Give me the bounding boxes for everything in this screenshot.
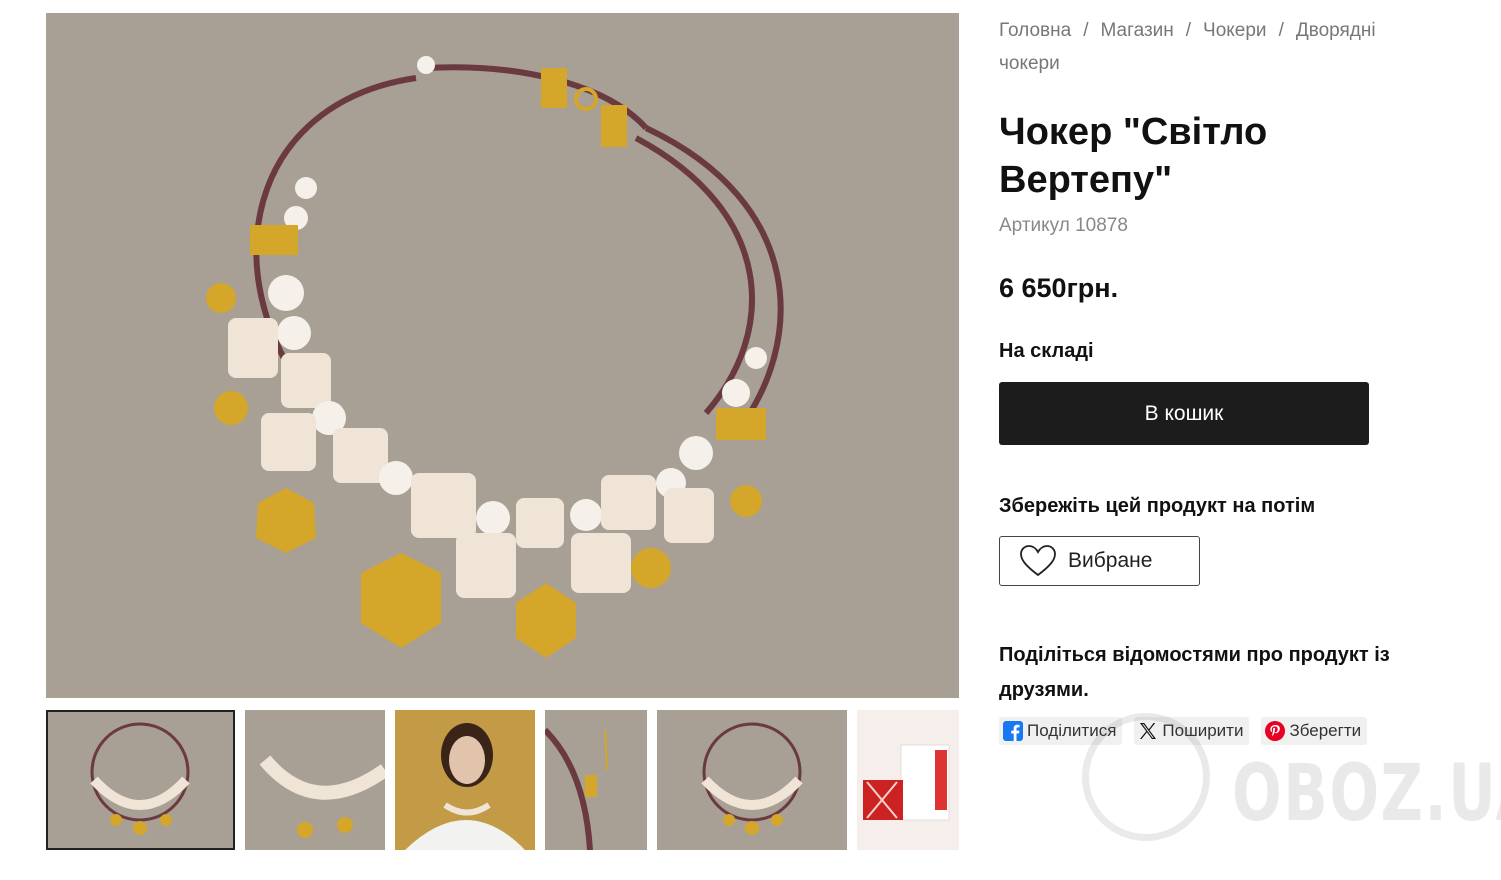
- breadcrumb-separator: /: [1278, 20, 1284, 41]
- facebook-share-button[interactable]: Поділитися: [999, 717, 1123, 745]
- stock-status: На складі: [999, 340, 1094, 362]
- thumbnail-4[interactable]: [545, 710, 647, 850]
- heart-icon: [1020, 545, 1056, 577]
- pinterest-save-label: Зберегти: [1289, 721, 1362, 740]
- add-to-cart-button[interactable]: В кошик: [999, 382, 1369, 445]
- favorite-button[interactable]: Вибране: [999, 536, 1200, 586]
- breadcrumb-separator: /: [1185, 20, 1192, 41]
- necklace-front-image: [657, 710, 847, 850]
- main-product-image[interactable]: [46, 13, 959, 698]
- breadcrumb-separator: /: [1083, 20, 1089, 41]
- pinterest-icon: [1265, 721, 1286, 741]
- model-wearing-image: [395, 710, 535, 850]
- breadcrumb: Головна / Магазин / Чокери / Дворядні чокери: [999, 14, 1439, 80]
- pinterest-save-button[interactable]: Зберегти: [1261, 717, 1368, 745]
- save-for-later-heading: Збережіть цей продукт на потім: [999, 495, 1316, 517]
- favorite-label: Вибране: [1068, 549, 1153, 572]
- clasp-detail-image: [545, 710, 647, 850]
- breadcrumb-shop[interactable]: Магазин: [1100, 20, 1173, 41]
- x-share-button[interactable]: Поширити: [1134, 717, 1250, 745]
- necklace-closeup-image: [245, 710, 385, 850]
- x-share-label: Поширити: [1162, 721, 1244, 740]
- share-heading: Поділіться відомостями про продукт із др…: [999, 644, 1390, 701]
- product-sku: Артикул 10878: [999, 215, 1128, 236]
- product-title: Чокер "Світло Вертепу": [999, 111, 1268, 201]
- thumbnail-5[interactable]: [657, 710, 847, 850]
- necklace-thumbnail-image: [46, 710, 235, 850]
- gift-packaging-image: [857, 710, 959, 850]
- facebook-share-label: Поділитися: [1027, 721, 1117, 740]
- x-icon: [1138, 721, 1158, 741]
- product-price: 6 650грн.: [999, 273, 1119, 303]
- breadcrumb-chokers[interactable]: Чокери: [1203, 20, 1267, 41]
- thumbnail-6[interactable]: [857, 710, 959, 850]
- breadcrumb-home[interactable]: Головна: [999, 20, 1071, 41]
- thumbnail-3[interactable]: [395, 710, 535, 850]
- necklace-photo: [46, 13, 959, 698]
- share-buttons: Поділитися Поширити Зберегти: [999, 717, 1368, 745]
- thumbnail-1[interactable]: [46, 710, 235, 850]
- thumbnail-strip: [46, 710, 959, 850]
- facebook-icon: [1003, 721, 1023, 741]
- thumbnail-2[interactable]: [245, 710, 385, 850]
- watermark-text: OBOZ.UA: [1232, 749, 1501, 839]
